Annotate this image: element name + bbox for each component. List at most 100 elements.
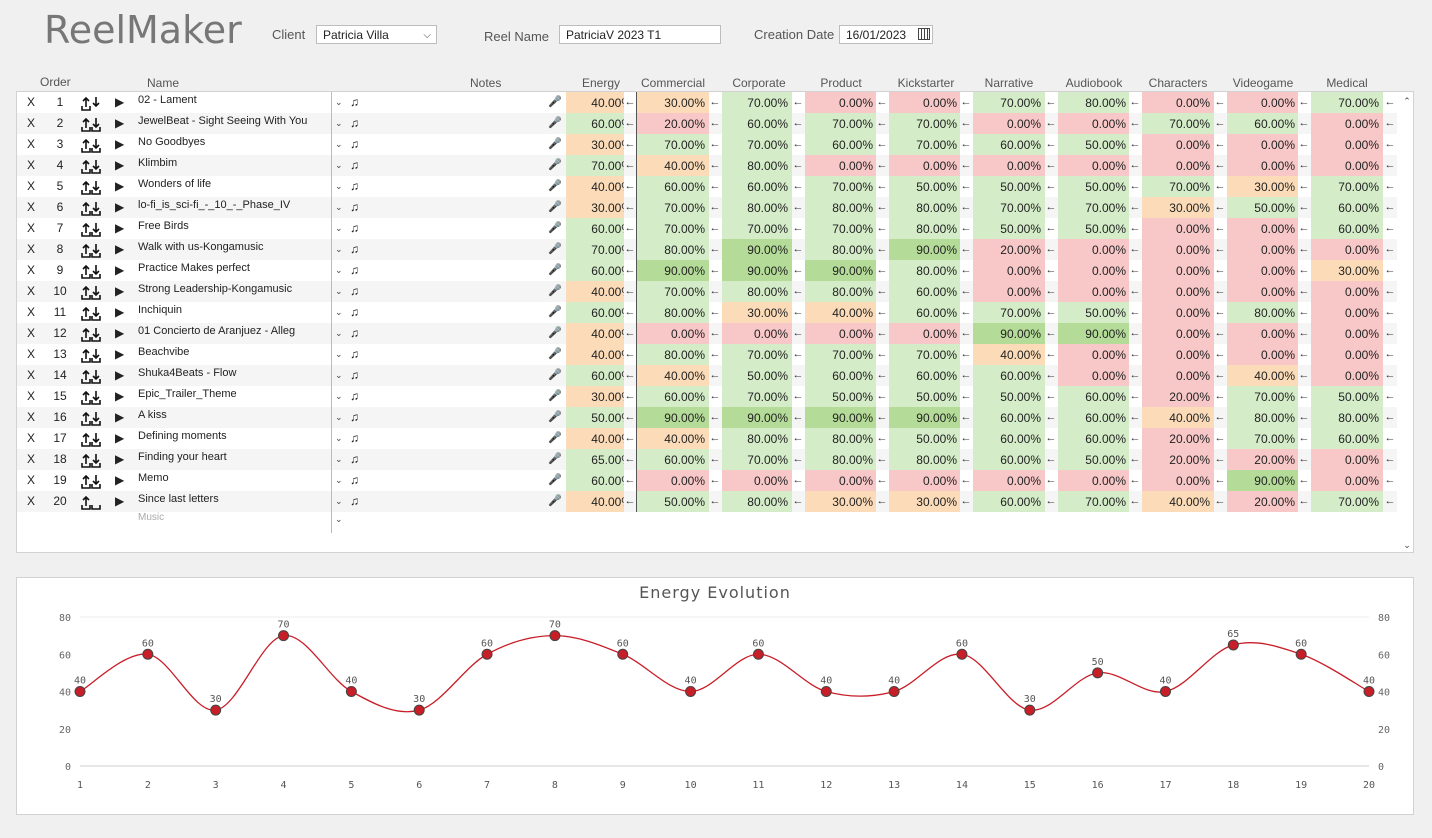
copy-left-icon[interactable]: ← (624, 386, 636, 407)
microphone-icon[interactable]: 🎤 (548, 407, 562, 428)
table-row[interactable]: X 10 ▶ Strong Leadership-Kongamusic ⌄ ♫ 🎤 40.00… (17, 281, 1397, 302)
score-cell-commercial[interactable]: 50.00% (637, 491, 709, 512)
microphone-icon[interactable]: 🎤 (548, 344, 562, 365)
play-icon[interactable]: ▶ (115, 197, 125, 218)
score-cell-commercial[interactable]: 30.00% (637, 92, 709, 113)
music-note-icon[interactable]: ♫ (350, 92, 364, 113)
score-cell-product[interactable]: 30.00% (805, 491, 877, 512)
copy-left-icon[interactable]: ← (1384, 239, 1396, 260)
track-name[interactable]: Epic_Trailer_Theme (138, 386, 328, 407)
scroll-up-icon[interactable]: ⌃ (1400, 94, 1414, 108)
score-cell-narrative[interactable]: 40.00% (973, 344, 1045, 365)
music-note-icon[interactable]: ♫ (350, 470, 364, 491)
copy-left-icon[interactable]: ← (792, 155, 804, 176)
copy-left-icon[interactable]: ← (960, 302, 972, 323)
copy-left-icon[interactable]: ← (1214, 344, 1226, 365)
reorder-icon[interactable] (77, 344, 105, 365)
copy-left-icon[interactable]: ← (709, 344, 721, 365)
score-cell-product[interactable]: 70.00% (805, 176, 877, 197)
delete-row-button[interactable]: X (27, 113, 37, 134)
table-row[interactable]: X 18 ▶ Finding your heart ⌄ ♫ 🎤 65.00% 60.00% ← 70… (17, 449, 1397, 470)
score-cell-medical[interactable]: 0.00% (1311, 302, 1383, 323)
copy-left-icon[interactable]: ← (1045, 92, 1057, 113)
score-cell-medical[interactable]: 0.00% (1311, 281, 1383, 302)
copy-left-icon[interactable]: ← (792, 281, 804, 302)
score-cell-corporate[interactable]: 70.00% (722, 344, 792, 365)
copy-left-icon[interactable]: ← (876, 239, 888, 260)
score-cell-corporate[interactable]: 80.00% (722, 491, 792, 512)
copy-left-icon[interactable]: ← (792, 239, 804, 260)
score-cell-audiobook[interactable]: 90.00% (1058, 323, 1130, 344)
copy-left-icon[interactable]: ← (1214, 365, 1226, 386)
track-name[interactable]: Walk with us-Kongamusic (138, 239, 328, 260)
copy-left-icon[interactable]: ← (876, 407, 888, 428)
copy-left-icon[interactable]: ← (709, 365, 721, 386)
score-cell-corporate[interactable]: 80.00% (722, 155, 792, 176)
copy-left-icon[interactable]: ← (624, 302, 636, 323)
copy-left-icon[interactable]: ← (792, 323, 804, 344)
copy-left-icon[interactable]: ← (876, 155, 888, 176)
score-cell-videogame[interactable]: 80.00% (1227, 302, 1299, 323)
music-note-icon[interactable]: ♫ (350, 197, 364, 218)
copy-left-icon[interactable]: ← (624, 260, 636, 281)
score-cell-narrative[interactable]: 70.00% (973, 302, 1045, 323)
score-cell-product[interactable]: 80.00% (805, 281, 877, 302)
score-cell-corporate[interactable]: 90.00% (722, 260, 792, 281)
music-note-icon[interactable]: ♫ (350, 386, 364, 407)
copy-left-icon[interactable]: ← (1129, 428, 1141, 449)
music-note-icon[interactable]: ♫ (350, 260, 364, 281)
copy-left-icon[interactable]: ← (1129, 197, 1141, 218)
copy-left-icon[interactable]: ← (1298, 197, 1310, 218)
play-icon[interactable]: ▶ (115, 470, 125, 491)
score-cell-audiobook[interactable]: 70.00% (1058, 491, 1130, 512)
score-cell-kickstarter[interactable]: 90.00% (889, 239, 961, 260)
copy-left-icon[interactable]: ← (709, 302, 721, 323)
score-cell-narrative[interactable]: 60.00% (973, 365, 1045, 386)
copy-left-icon[interactable]: ← (709, 218, 721, 239)
copy-left-icon[interactable]: ← (1298, 365, 1310, 386)
copy-left-icon[interactable]: ← (792, 176, 804, 197)
delete-row-button[interactable]: X (27, 449, 37, 470)
track-name[interactable]: Memo (138, 470, 328, 491)
score-cell-kickstarter[interactable]: 90.00% (889, 407, 961, 428)
track-name[interactable]: Since last letters (138, 491, 328, 512)
score-cell-videogame[interactable]: 20.00% (1227, 449, 1299, 470)
music-note-icon[interactable]: ♫ (350, 134, 364, 155)
score-cell-kickstarter[interactable]: 80.00% (889, 197, 961, 218)
copy-left-icon[interactable]: ← (1214, 302, 1226, 323)
score-cell-characters[interactable]: 20.00% (1142, 386, 1214, 407)
table-row[interactable]: X 15 ▶ Epic_Trailer_Theme ⌄ ♫ 🎤 30.00% 60.00% ← 70… (17, 386, 1397, 407)
column-header-narrative[interactable]: Narrative (972, 76, 1046, 90)
play-icon[interactable]: ▶ (115, 134, 125, 155)
copy-left-icon[interactable]: ← (792, 386, 804, 407)
copy-left-icon[interactable]: ← (1045, 470, 1057, 491)
copy-left-icon[interactable]: ← (876, 491, 888, 512)
column-header-medical[interactable]: Medical (1310, 76, 1384, 90)
score-cell-audiobook[interactable]: 80.00% (1058, 92, 1130, 113)
copy-left-icon[interactable]: ← (1214, 449, 1226, 470)
score-cell-product[interactable]: 60.00% (805, 134, 877, 155)
score-cell-corporate[interactable]: 80.00% (722, 428, 792, 449)
microphone-icon[interactable]: 🎤 (548, 302, 562, 323)
chevron-down-icon[interactable]: ⌄ (335, 218, 345, 239)
play-icon[interactable]: ▶ (115, 92, 125, 113)
play-icon[interactable]: ▶ (115, 113, 125, 134)
play-icon[interactable]: ▶ (115, 407, 125, 428)
score-cell-corporate[interactable]: 80.00% (722, 281, 792, 302)
score-cell-videogame[interactable]: 30.00% (1227, 176, 1299, 197)
score-cell-characters[interactable]: 0.00% (1142, 323, 1214, 344)
reorder-icon[interactable] (77, 428, 105, 449)
play-icon[interactable]: ▶ (115, 428, 125, 449)
microphone-icon[interactable]: 🎤 (548, 197, 562, 218)
score-cell-narrative[interactable]: 70.00% (973, 197, 1045, 218)
score-cell-kickstarter[interactable]: 60.00% (889, 365, 961, 386)
score-cell-corporate[interactable]: 70.00% (722, 218, 792, 239)
score-cell-videogame[interactable]: 0.00% (1227, 92, 1299, 113)
copy-left-icon[interactable]: ← (1129, 92, 1141, 113)
copy-left-icon[interactable]: ← (1129, 113, 1141, 134)
copy-left-icon[interactable]: ← (1045, 302, 1057, 323)
score-cell-videogame[interactable]: 0.00% (1227, 344, 1299, 365)
chevron-down-icon[interactable]: ⌄ (335, 514, 343, 525)
copy-left-icon[interactable]: ← (876, 386, 888, 407)
copy-left-icon[interactable]: ← (792, 365, 804, 386)
